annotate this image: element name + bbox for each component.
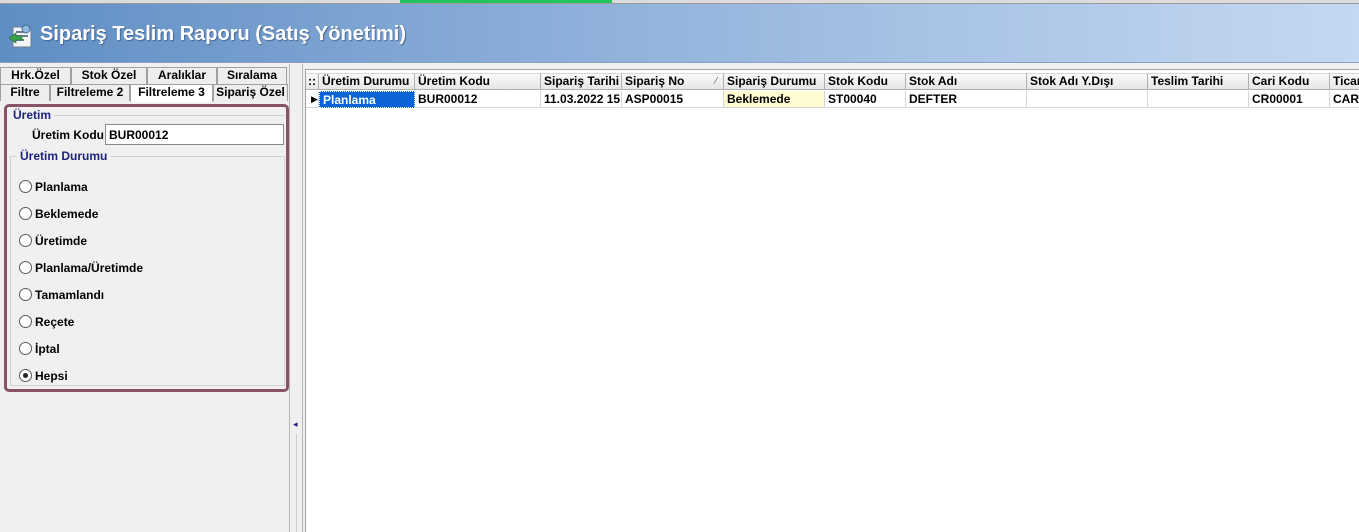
tab-filtreleme-3[interactable]: Filtreleme 3 [130, 84, 213, 102]
uretim-durumu-options: Planlama Beklemede Üretimde Planlama/Üre… [19, 173, 143, 389]
radio-button-icon [19, 315, 32, 328]
cell-siparis-no[interactable]: ASP00015 [622, 91, 724, 108]
col-header-siparis-no[interactable]: Sipariş No ⁄ [622, 73, 724, 90]
window-title: Sipariş Teslim Raporu (Satış Yönetimi) [40, 23, 407, 45]
tab-row-1: Hrk.Özel Stok Özel Aralıklar Sıralama [0, 67, 287, 84]
radio-label: Planlama/Üretimde [35, 260, 144, 275]
report-grid: :: Üretim Durumu Üretim Kodu Sipariş Tar… [305, 69, 1359, 532]
tab-row-2: Filtre Filtreleme 2 Filtreleme 3 Sipariş… [0, 84, 288, 102]
radio-hepsi[interactable]: Hepsi [19, 362, 143, 389]
sort-icon: ⁄ [715, 76, 717, 87]
uretim-group: Üretim Üretim Kodu [10, 108, 285, 149]
cell-stok-adi-ydisi[interactable] [1027, 91, 1148, 108]
cell-uretim-kodu[interactable]: BUR00012 [415, 91, 541, 108]
grid-header-row: :: Üretim Durumu Üretim Kodu Sipariş Tar… [306, 73, 1359, 90]
cell-uretim-durumu[interactable]: Planlama [319, 91, 415, 108]
radio-label: Reçete [35, 314, 75, 329]
col-header-stok-adi[interactable]: Stok Adı [906, 73, 1027, 90]
radio-planlama[interactable]: Planlama [19, 173, 143, 200]
radio-beklemede[interactable]: Beklemede [19, 200, 143, 227]
radio-button-icon [19, 342, 32, 355]
col-header-label: Sipariş No [625, 74, 685, 88]
row-pointer-icon: ▶ [306, 91, 319, 108]
cell-siparis-tarihi[interactable]: 11.03.2022 15 [541, 91, 622, 108]
radio-label: İptal [35, 341, 60, 356]
radio-iptal[interactable]: İptal [19, 335, 143, 362]
splitter-line [296, 434, 297, 532]
filter-content: Üretim Üretim Kodu Üretim Durumu Planlam… [4, 104, 289, 392]
uretim-kodu-input[interactable] [105, 124, 284, 145]
cell-cari-kodu[interactable]: CR00001 [1249, 91, 1330, 108]
radio-button-icon [19, 288, 32, 301]
uretim-kodu-label: Üretim Kodu [32, 128, 104, 142]
radio-button-icon [19, 180, 32, 193]
uretim-group-title: Üretim [10, 108, 55, 122]
grid-indicator-header: :: [306, 73, 319, 90]
report-app-icon [8, 24, 32, 48]
col-header-teslim-tarihi[interactable]: Teslim Tarihi [1148, 73, 1249, 90]
table-row[interactable]: ▶ Planlama BUR00012 11.03.2022 15 ASP000… [306, 91, 1359, 108]
radio-label: Tamamlandı [35, 287, 105, 302]
tab-filtre[interactable]: Filtre [0, 84, 50, 101]
cell-teslim-tarihi[interactable] [1148, 91, 1249, 108]
radio-label: Beklemede [35, 206, 99, 221]
col-header-ticari[interactable]: Ticari [1330, 73, 1359, 90]
cell-siparis-durumu[interactable]: Beklemede [724, 91, 825, 108]
radio-button-icon [19, 207, 32, 220]
col-header-siparis-tarihi[interactable]: Sipariş Tarihi [541, 73, 622, 90]
radio-recete[interactable]: Reçete [19, 308, 143, 335]
radio-label: Hepsi [35, 368, 68, 383]
col-header-stok-adi-ydisi[interactable]: Stok Adı Y.Dışı [1027, 73, 1148, 90]
radio-planlama-uretimde[interactable]: Planlama/Üretimde [19, 254, 143, 281]
filter-panel: Hrk.Özel Stok Özel Aralıklar Sıralama Fi… [0, 64, 290, 532]
collapse-arrow-icon[interactable]: ◂ [293, 420, 298, 429]
col-header-siparis-durumu[interactable]: Sipariş Durumu [724, 73, 825, 90]
tab-hrk-ozel[interactable]: Hrk.Özel [0, 67, 71, 84]
uretim-durumu-group-title: Üretim Durumu [17, 149, 111, 163]
app-window: Sipariş Teslim Raporu (Satış Yönetimi) H… [0, 0, 1359, 532]
col-header-uretim-durumu[interactable]: Üretim Durumu [319, 73, 415, 90]
radio-tamamlandi[interactable]: Tamamlandı [19, 281, 143, 308]
title-bar: Sipariş Teslim Raporu (Satış Yönetimi) [0, 4, 1359, 63]
radio-uretimde[interactable]: Üretimde [19, 227, 143, 254]
radio-button-icon [19, 234, 32, 247]
radio-label: Planlama [35, 179, 88, 194]
col-header-stok-kodu[interactable]: Stok Kodu [825, 73, 906, 90]
tab-siralama[interactable]: Sıralama [217, 67, 287, 84]
col-header-uretim-kodu[interactable]: Üretim Kodu [415, 73, 541, 90]
panel-splitter[interactable]: ◂ [291, 64, 303, 532]
radio-button-icon [19, 261, 32, 274]
cell-stok-adi[interactable]: DEFTER [906, 91, 1027, 108]
tab-stok-ozel[interactable]: Stok Özel [71, 67, 147, 84]
tab-araliklar[interactable]: Aralıklar [147, 67, 217, 84]
radio-label: Üretimde [35, 233, 88, 248]
active-window-indicator [400, 0, 612, 3]
col-header-cari-kodu[interactable]: Cari Kodu [1249, 73, 1330, 90]
cell-stok-kodu[interactable]: ST00040 [825, 91, 906, 108]
cell-ticari[interactable]: CARİ [1330, 91, 1359, 108]
radio-button-checked-icon [19, 369, 32, 382]
tab-filtreleme-2[interactable]: Filtreleme 2 [50, 84, 130, 101]
uretim-durumu-group: Üretim Durumu Planlama Beklemede Üretimd… [10, 149, 285, 389]
tab-siparis-ozel[interactable]: Sipariş Özel [213, 84, 288, 101]
